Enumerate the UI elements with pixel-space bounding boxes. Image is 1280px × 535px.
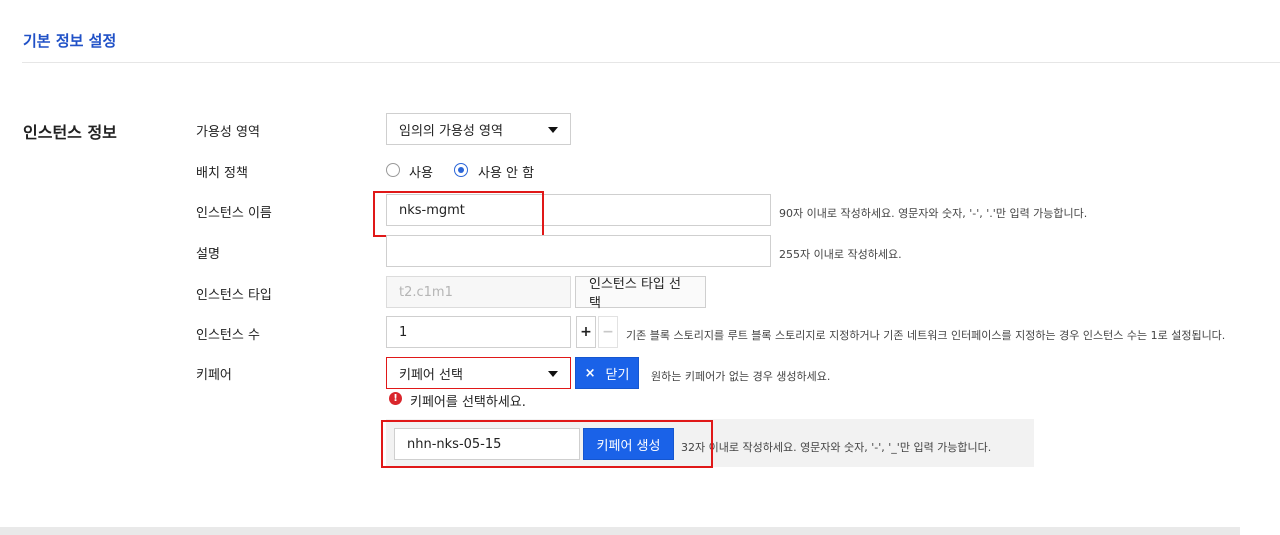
instance-type-value: t2.c1m1 [399,284,453,300]
instance-type-label: 인스턴스 타입 [196,288,272,303]
instance-name-help: 90자 이내로 작성하세요. 영문자와 숫자, '-', '.'만 입력 가능합… [779,207,1088,220]
placement-policy-label: 배치 정책 [196,166,248,181]
error-icon: ! [389,392,402,405]
section-title: 인스턴스 정보 [23,123,117,142]
instance-name-label: 인스턴스 이름 [196,206,272,221]
keypair-help: 원하는 키페어가 없는 경우 생성하세요. [651,370,831,383]
keypair-select-value: 키페어 선택 [399,367,463,383]
availability-zone-select[interactable]: 임의의 가용성 영역 [386,113,571,145]
instance-type-input: t2.c1m1 [386,276,571,308]
placement-policy-radio-use[interactable] [386,163,400,177]
close-keypair-button[interactable]: × 닫기 [575,357,639,389]
close-keypair-label: 닫기 [605,367,630,383]
instance-count-input[interactable]: 1 [386,316,571,348]
instance-count-label: 인스턴스 수 [196,328,260,343]
decrement-button: − [598,316,618,348]
title-divider [22,62,1280,63]
keypair-error-message: 키페어를 선택하세요. [410,395,526,410]
description-label: 설명 [196,247,220,262]
caret-down-icon [548,127,558,133]
increment-button[interactable]: + [576,316,596,348]
keypair-label: 키페어 [196,368,232,383]
placement-policy-option-use[interactable]: 사용 [409,162,433,181]
instance-count-value: 1 [399,324,408,340]
close-icon: × [584,365,596,381]
select-instance-type-button[interactable]: 인스턴스 타입 선택 [575,276,706,311]
description-help: 255자 이내로 작성하세요. [779,248,902,261]
placement-policy-radio-not-use[interactable] [454,163,468,177]
caret-down-icon [548,371,558,377]
page-title: 기본 정보 설정 [23,32,117,50]
highlight-box-instance-name [373,191,544,237]
new-keypair-help: 32자 이내로 작성하세요. 영문자와 숫자, '-', '_'만 입력 가능합… [681,441,992,454]
placement-policy-option-not-use[interactable]: 사용 안 함 [478,162,534,181]
bottom-divider [0,527,1240,535]
instance-count-help: 기존 블록 스토리지를 루트 블록 스토리지로 지정하거나 기존 네트워크 인터… [626,329,1226,342]
description-input[interactable] [386,235,771,267]
availability-zone-label: 가용성 영역 [196,125,260,140]
availability-zone-value: 임의의 가용성 영역 [399,123,503,139]
keypair-select[interactable]: 키페어 선택 [386,357,571,389]
highlight-box-keypair-create [381,420,713,468]
